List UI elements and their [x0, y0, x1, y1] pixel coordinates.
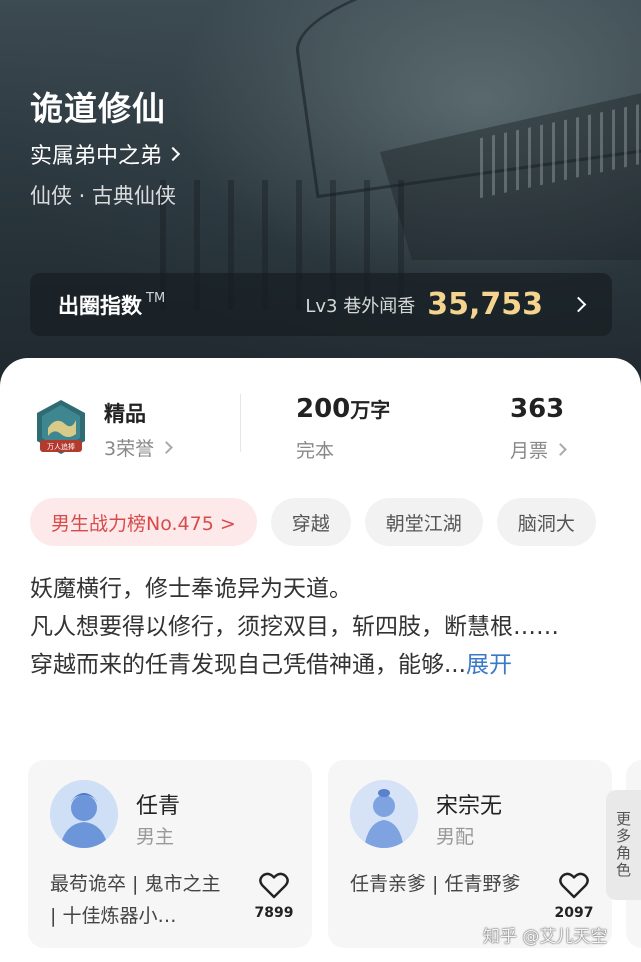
synopsis: 妖魔横行，修士奉诡异为天道。 凡人想要得以修行，须挖双目，斩四肢，断慧根…… 穿…: [30, 570, 600, 684]
role-type: 男配: [436, 826, 475, 848]
role-description: 最苟诡卒 | 鬼市之主 | 十佳炼器小…: [50, 873, 221, 927]
book-info-card: 万人追捧 精品 3荣誉 200万字 完本 363 月票 男生战力榜No.475 …: [0, 358, 641, 962]
stats-divider: [240, 394, 241, 452]
influence-level: Lv3 巷外闻香: [305, 295, 416, 317]
tag-list: 男生战力榜No.475 > 穿越 朝堂江湖 脑洞大: [30, 498, 596, 546]
role-avatar: [350, 780, 418, 848]
tag-item[interactable]: 穿越: [270, 498, 351, 546]
expand-link[interactable]: 展开: [466, 652, 512, 678]
influence-index-label: 出圈指数: [58, 293, 142, 318]
watermark: 知乎 @艾儿天空: [483, 927, 608, 947]
genre-label: 仙侠 · 古典仙侠: [30, 184, 177, 208]
heart-icon: [559, 872, 589, 899]
role-type: 男主: [136, 826, 175, 848]
chevron-right-icon: [570, 296, 587, 313]
role-card[interactable]: 任青 男主 最苟诡卒 | 鬼市之主 | 十佳炼器小… 7899: [28, 760, 312, 948]
honors-count: 3荣誉: [104, 438, 155, 460]
chevron-right-icon: [554, 443, 567, 456]
like-count: 2097: [554, 905, 594, 921]
more-roles-button[interactable]: 更多角色: [606, 790, 641, 900]
more-roles-label: 更多角色: [614, 811, 632, 879]
like-button[interactable]: 2097: [554, 872, 594, 921]
like-count: 7899: [254, 905, 294, 921]
chevron-right-icon: [165, 146, 181, 162]
chevron-right-icon: [160, 441, 173, 454]
synopsis-line-text: 穿越而来的任青发现自己凭借神通，能够...: [30, 652, 466, 678]
tag-item[interactable]: 脑洞大: [496, 498, 596, 546]
role-avatar: [50, 780, 118, 848]
honors-link[interactable]: 3荣誉: [104, 434, 173, 461]
trademark-mark: TM: [146, 291, 166, 306]
influence-index-bar[interactable]: 出圈指数 TM Lv3 巷外闻香 35,753: [30, 273, 612, 336]
author-name: 实属弟中之弟: [30, 144, 163, 169]
synopsis-line: 穿越而来的任青发现自己凭借神通，能够...展开: [30, 646, 600, 684]
role-description: 任青亲爹 | 任青野爹: [350, 873, 521, 895]
quality-badge-icon: 万人追捧: [37, 400, 85, 454]
monthly-tickets-link[interactable]: 月票: [510, 436, 567, 463]
role-name: 任青: [136, 794, 181, 819]
badge-text: 万人追捧: [47, 442, 75, 451]
heart-icon: [259, 872, 289, 899]
word-count: 200万字: [296, 394, 390, 424]
character-silhouette-icon: [50, 780, 118, 848]
tag-rank[interactable]: 男生战力榜No.475 >: [30, 498, 257, 546]
hero-cover: 诡道修仙 实属弟中之弟 仙侠 · 古典仙侠 出圈指数 TM Lv3 巷外闻香 3…: [0, 0, 641, 400]
role-name: 宋宗无: [436, 794, 503, 819]
monthly-tickets-label: 月票: [510, 440, 549, 462]
word-count-number: 200: [296, 394, 351, 424]
like-button[interactable]: 7899: [254, 872, 294, 921]
author-link[interactable]: 实属弟中之弟: [30, 138, 181, 170]
influence-score: 35,753: [427, 287, 543, 322]
word-count-unit: 万字: [350, 398, 391, 422]
tag-item[interactable]: 朝堂江湖: [364, 498, 483, 546]
completion-status: 完本: [296, 440, 335, 462]
role-card[interactable]: 宋宗无 男配 任青亲爹 | 任青野爹 2097: [328, 760, 612, 948]
monthly-tickets-count: 363: [510, 394, 565, 424]
synopsis-line: 凡人想要得以修行，须挖双目，斩四肢，断慧根……: [30, 614, 559, 640]
synopsis-line: 妖魔横行，修士奉诡异为天道。: [30, 576, 352, 602]
character-silhouette-icon: [350, 780, 418, 848]
book-title: 诡道修仙: [30, 89, 166, 128]
quality-label: 精品: [104, 402, 146, 426]
